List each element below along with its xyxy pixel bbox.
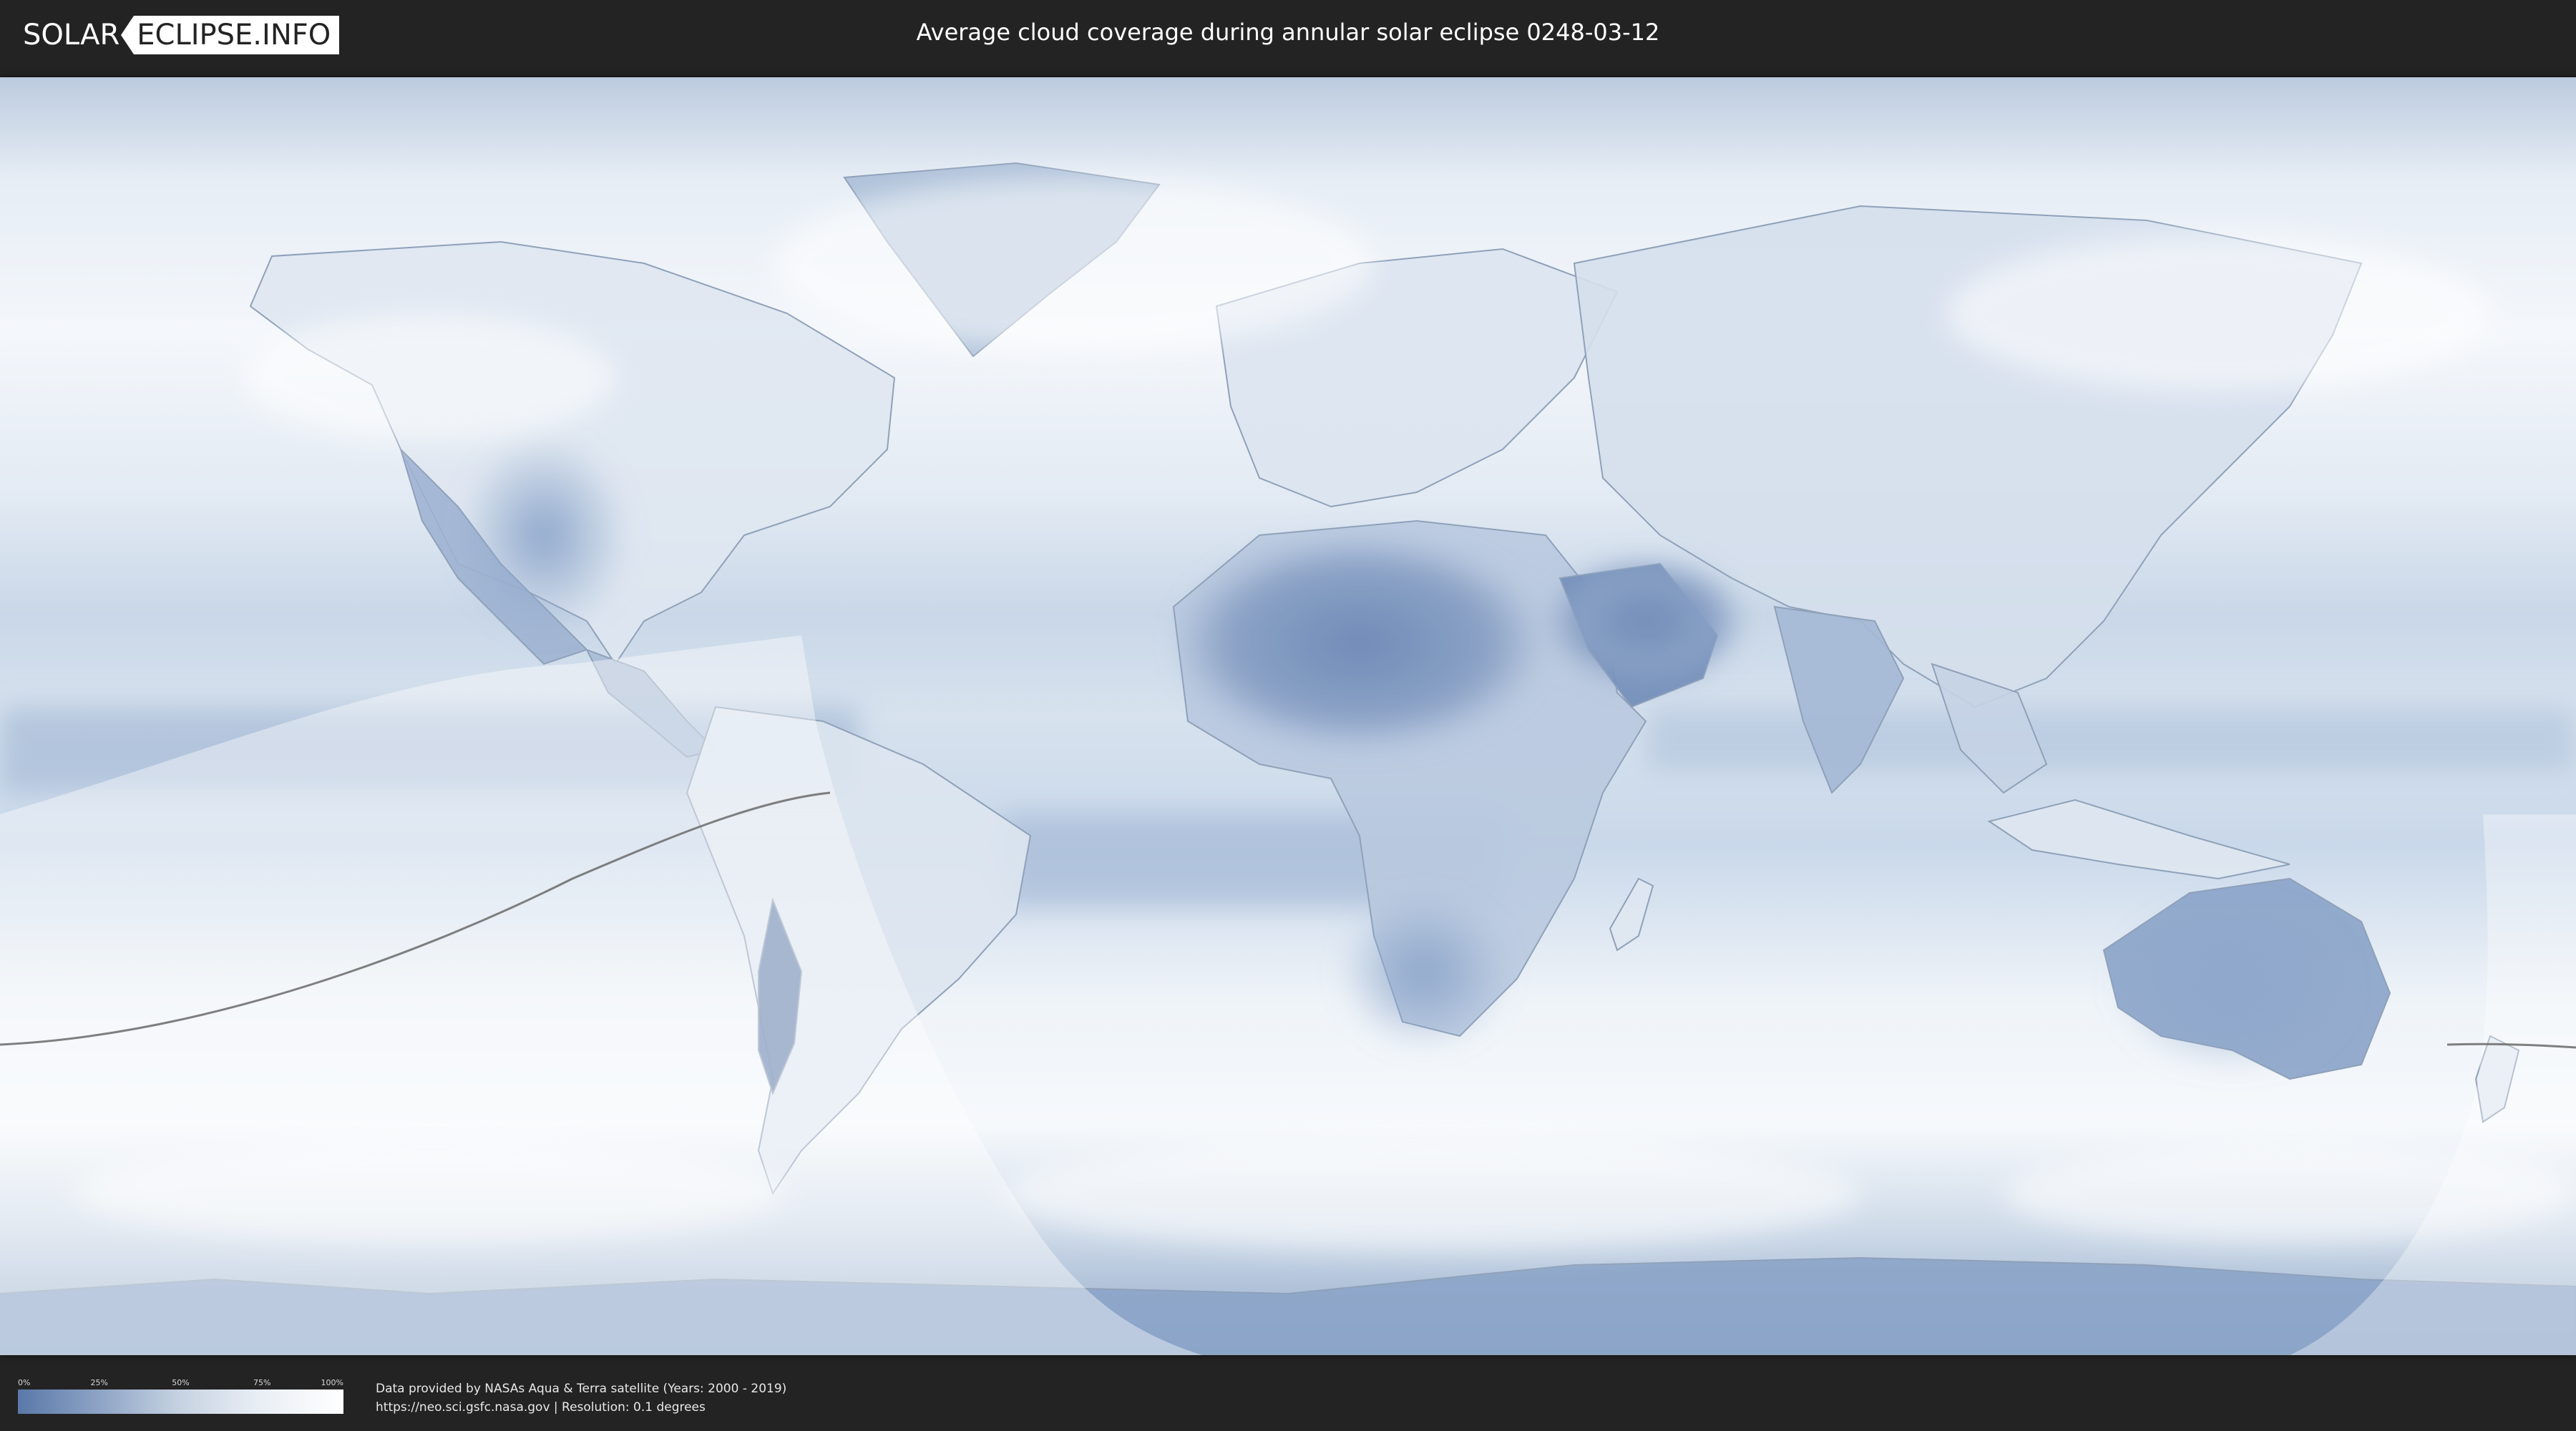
legend-color-scale (18, 1390, 343, 1414)
data-credits: Data provided by NASAs Aqua & Terra sate… (376, 1379, 786, 1417)
cloud-coverage-map[interactable] (0, 77, 2576, 1355)
credits-line-url[interactable]: https://neo.sci.gsfc.nasa.gov | Resoluti… (376, 1398, 786, 1417)
cloud-coverage-legend: 0% 25% 50% 75% 100% (18, 1378, 343, 1414)
legend-tick-0: 0% (18, 1378, 31, 1387)
legend-tick-75: 75% (253, 1378, 271, 1387)
header-bar: SOLAR ECLIPSE.INFO Average cloud coverag… (0, 0, 2576, 72)
page-title: Average cloud coverage during annular so… (916, 19, 1660, 46)
legend-tick-50: 50% (172, 1378, 190, 1387)
legend-tick-25: 25% (90, 1378, 108, 1387)
footer-bar: 0% 25% 50% 75% 100% Data provided by NAS… (0, 1357, 2576, 1431)
legend-tick-100: 100% (321, 1378, 343, 1387)
credits-line-source: Data provided by NASAs Aqua & Terra sate… (376, 1382, 787, 1396)
legend-ticks: 0% 25% 50% 75% 100% (18, 1378, 343, 1390)
